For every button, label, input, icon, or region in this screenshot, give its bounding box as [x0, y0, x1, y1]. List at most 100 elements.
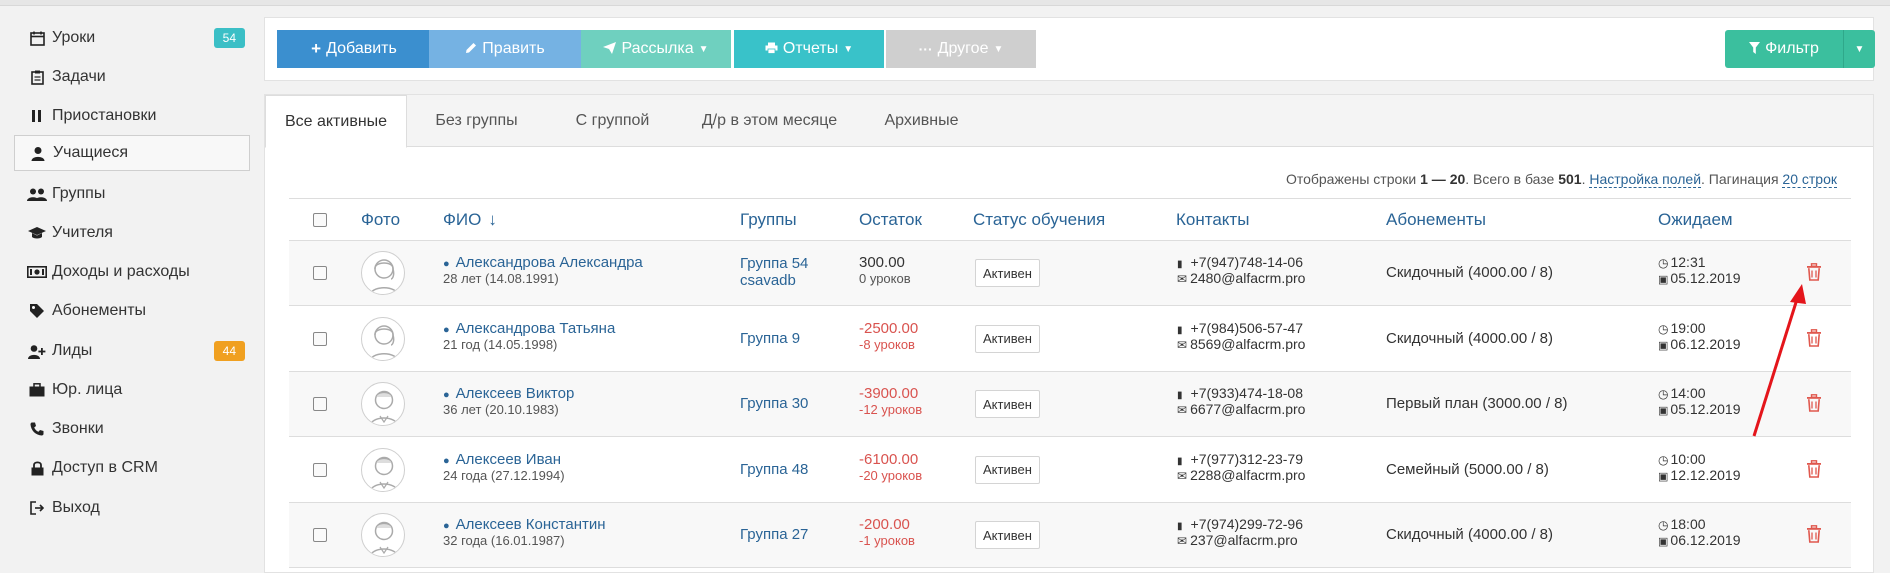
- lock-icon: [26, 460, 48, 476]
- avatar[interactable]: [361, 316, 405, 361]
- col-fio[interactable]: ФИО ↓: [443, 199, 497, 241]
- phone-line: ▮ +7(977)312-23-79: [1177, 451, 1305, 467]
- tab-with-group[interactable]: С группой: [546, 95, 679, 147]
- sidebar-item-groups[interactable]: Группы: [14, 176, 250, 212]
- balance-amount: -200.00: [859, 516, 910, 533]
- student-name-link[interactable]: ● Александрова Татьяна: [443, 320, 615, 337]
- sidebar: Уроки 54 Задачи Приостановки Учащиеся Гр…: [0, 6, 262, 573]
- trash-icon[interactable]: [1806, 525, 1822, 543]
- time-line: ◷ 12:31: [1658, 254, 1740, 270]
- sidebar-item-lessons[interactable]: Уроки 54: [14, 20, 250, 56]
- sidebar-item-label: Уроки: [52, 29, 96, 46]
- col-contacts[interactable]: Контакты: [1176, 199, 1249, 241]
- tab-all-active[interactable]: Все активные: [265, 95, 407, 148]
- lessons-left: -8 уроков: [859, 336, 915, 352]
- calendar-icon: ▣: [1658, 274, 1669, 286]
- expected-date: 06.12.2019: [1670, 532, 1741, 548]
- group-link[interactable]: Группа 9: [740, 330, 800, 347]
- avatar[interactable]: [361, 447, 405, 492]
- sidebar-item-pauses[interactable]: Приостановки: [14, 98, 250, 134]
- envelope-icon: ✉: [1177, 272, 1188, 286]
- group-link[interactable]: Группа 30: [740, 395, 808, 412]
- sidebar-item-calls[interactable]: Звонки: [14, 411, 250, 447]
- filter-dropdown-button[interactable]: ▼: [1843, 30, 1875, 68]
- sidebar-item-leads[interactable]: Лиды 44: [14, 333, 250, 369]
- date-line: ▣ 05.12.2019: [1658, 401, 1740, 417]
- student-name-link[interactable]: ● Алексеев Виктор: [443, 385, 574, 402]
- row-checkbox[interactable]: [313, 266, 327, 280]
- fields-settings-link[interactable]: Настройка полей: [1589, 171, 1702, 188]
- group-link[interactable]: Группа 27: [740, 526, 808, 543]
- mobile-icon: ▮: [1177, 455, 1183, 467]
- student-name-link[interactable]: ● Алексеев Иван: [443, 451, 565, 468]
- trash-icon[interactable]: [1806, 263, 1822, 281]
- table-row[interactable]: ● Алексеев Константин 32 года (16.01.1987)…: [289, 503, 1851, 568]
- col-photo[interactable]: Фото: [361, 199, 400, 241]
- table-row[interactable]: ● Александрова Александра 28 лет (14.08.19…: [289, 241, 1851, 306]
- tab-archived[interactable]: Архивные: [860, 95, 983, 147]
- chevron-down-icon: ▼: [698, 43, 709, 55]
- col-status[interactable]: Статус обучения: [973, 199, 1105, 241]
- col-balance[interactable]: Остаток: [859, 199, 922, 241]
- reports-button[interactable]: Отчеты ▼: [734, 30, 884, 68]
- group-link[interactable]: Группа 54: [740, 255, 808, 272]
- email-address: 6677@alfacrm.pro: [1190, 401, 1306, 417]
- table-row[interactable]: ● Алексеев Иван 24 года (27.12.1994) Группа…: [289, 438, 1851, 503]
- sidebar-item-finance[interactable]: Доходы и расходы: [14, 254, 250, 290]
- balance-amount: -6100.00: [859, 450, 919, 468]
- select-all-checkbox[interactable]: [313, 213, 327, 227]
- sidebar-item-teachers[interactable]: Учителя: [14, 215, 250, 251]
- student-name-link[interactable]: ● Александрова Александра: [443, 254, 643, 271]
- mailing-button-label: Рассылка: [621, 40, 694, 57]
- status-badge: Активен: [975, 521, 1040, 549]
- avatar[interactable]: [361, 513, 405, 557]
- sidebar-item-logout[interactable]: Выход: [14, 490, 250, 526]
- tab-birthdays-this-month[interactable]: Д/р в этом месяце: [679, 95, 860, 147]
- pagination-link[interactable]: 20 строк: [1782, 171, 1837, 188]
- date-line: ▣ 12.12.2019: [1658, 467, 1740, 483]
- sidebar-item-legal-entities[interactable]: Юр. лица: [14, 372, 250, 408]
- phone-number: +7(947)748-14-06: [1190, 254, 1303, 270]
- avatar[interactable]: [361, 251, 405, 295]
- sidebar-item-crm-access[interactable]: Доступ в CRM: [14, 450, 250, 486]
- group-link[interactable]: csavadb: [740, 272, 808, 289]
- row-checkbox[interactable]: [313, 397, 327, 411]
- phone-line: ▮ +7(974)299-72-96: [1177, 516, 1303, 532]
- tags-icon: [26, 303, 48, 319]
- edit-button[interactable]: Править: [429, 30, 581, 68]
- col-expected[interactable]: Ожидаем: [1658, 199, 1733, 241]
- trash-icon[interactable]: [1806, 459, 1822, 478]
- add-button[interactable]: + Добавить: [277, 30, 431, 68]
- sidebar-item-tasks[interactable]: Задачи: [14, 59, 250, 95]
- other-button[interactable]: ··· Другое ▼: [886, 30, 1036, 68]
- table-row[interactable]: ● Александрова Татьяна 21 год (14.05.1998)…: [289, 307, 1851, 372]
- col-subscriptions[interactable]: Абонементы: [1386, 199, 1486, 241]
- phone-number: +7(974)299-72-96: [1190, 516, 1303, 532]
- email-address: 2288@alfacrm.pro: [1190, 466, 1306, 483]
- lessons-left: -1 уроков: [859, 533, 915, 548]
- mailing-button[interactable]: Рассылка ▼: [581, 30, 731, 68]
- avatar[interactable]: [361, 382, 405, 426]
- top-strip: [0, 0, 1890, 6]
- sidebar-item-label: Приостановки: [52, 107, 157, 124]
- filter-icon: [1749, 41, 1761, 57]
- filter-button[interactable]: Фильтр: [1725, 30, 1843, 68]
- sidebar-item-label: Доступ в CRM: [52, 459, 158, 476]
- tab-no-group[interactable]: Без группы: [407, 95, 546, 147]
- subscription-name: Семейный (5000.00 / 8): [1386, 460, 1549, 478]
- phone-number: +7(933)474-18-08: [1190, 385, 1303, 401]
- phone-number: +7(984)506-57-47: [1190, 319, 1303, 336]
- phone-icon: [26, 422, 48, 436]
- row-checkbox[interactable]: [313, 528, 327, 542]
- student-age: 21 год (14.05.1998): [443, 336, 558, 352]
- student-name-link[interactable]: ● Алексеев Константин: [443, 516, 606, 533]
- sidebar-item-students[interactable]: Учащиеся: [14, 135, 250, 171]
- user-icon: ●: [443, 323, 450, 336]
- sidebar-item-subscriptions[interactable]: Абонементы: [14, 293, 250, 329]
- col-groups[interactable]: Группы: [740, 199, 797, 241]
- envelope-icon: ✉: [1177, 534, 1188, 548]
- table-row[interactable]: ● Алексеев Виктор 36 лет (20.10.1983) Групп…: [289, 372, 1851, 437]
- row-checkbox[interactable]: [313, 462, 327, 477]
- group-link[interactable]: Группа 48: [740, 461, 808, 478]
- row-checkbox[interactable]: [313, 331, 327, 346]
